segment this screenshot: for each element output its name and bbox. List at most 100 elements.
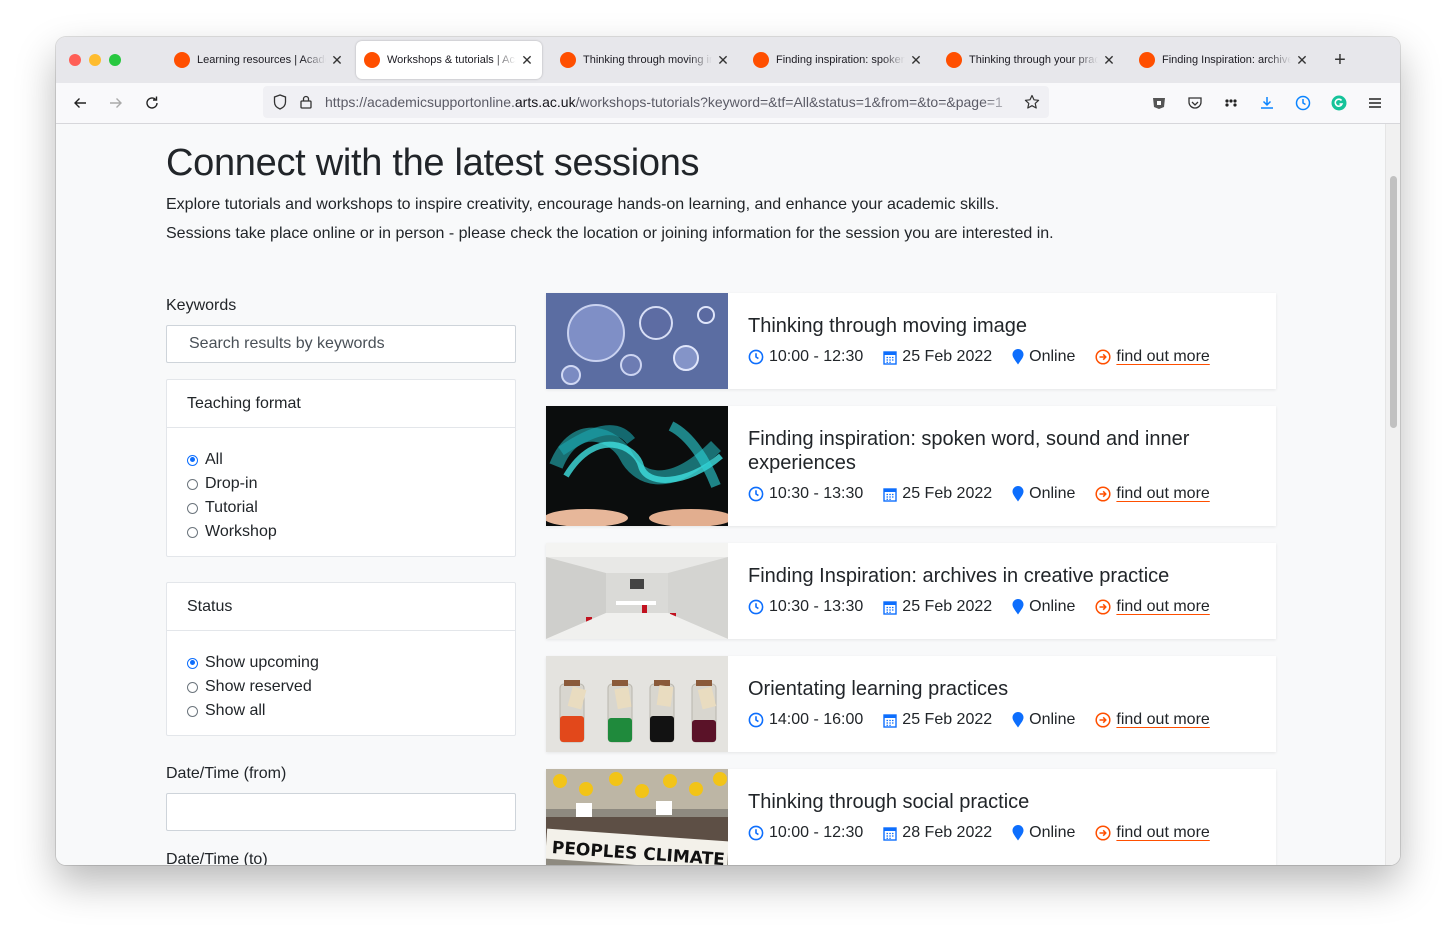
archive-room-image[interactable]	[546, 543, 728, 639]
blue-bubbles-image[interactable]	[546, 293, 728, 389]
format-option-tutorial[interactable]: Tutorial	[187, 496, 495, 520]
radio-icon[interactable]	[187, 681, 198, 693]
teaching-format-filter: Teaching format All Drop-in Tutorial Wor…	[166, 379, 516, 557]
keywords-search-input[interactable]	[166, 325, 516, 363]
location-pin-icon	[1012, 825, 1024, 841]
session-date: 28 Feb 2022	[902, 824, 993, 841]
close-tab-icon[interactable]: ✕	[330, 52, 344, 69]
format-option-all[interactable]: All	[187, 448, 495, 472]
status-option-upcoming[interactable]: Show upcoming	[187, 651, 495, 675]
session-card: Orientating learning practices 14:00 - 1…	[546, 656, 1276, 752]
clock-extension-icon[interactable]	[1291, 91, 1315, 115]
site-favicon-icon	[560, 52, 576, 68]
session-title[interactable]: Finding inspiration: spoken word, sound …	[748, 427, 1248, 475]
session-meta: 10:00 - 12:30 28 Feb 2022 Online find ou…	[748, 824, 1210, 842]
session-meta: 10:30 - 13:30 25 Feb 2022 Online find ou…	[748, 598, 1210, 616]
address-bar[interactable]: https://academicsupportonline.arts.ac.uk…	[263, 86, 1049, 118]
clock-icon	[748, 486, 764, 502]
option-label: Tutorial	[205, 499, 258, 516]
date-from-label: Date/Time (from)	[166, 765, 287, 782]
arrow-circle-right-icon[interactable]	[1095, 599, 1111, 615]
tab-learning-resources[interactable]: Learning resources | Academic Support On…	[166, 41, 352, 79]
session-title[interactable]: Orientating learning practices	[748, 677, 1248, 701]
page-scrollbar[interactable]	[1385, 124, 1400, 865]
tab-thinking-your-practice[interactable]: Thinking through your practice ✕	[938, 41, 1124, 79]
find-out-more-link[interactable]: find out more	[1116, 485, 1209, 503]
session-date: 25 Feb 2022	[902, 485, 993, 502]
hands-turquoise-smoke-image[interactable]	[546, 406, 728, 526]
status-option-all[interactable]: Show all	[187, 699, 495, 723]
labelled-jars-image[interactable]	[546, 656, 728, 752]
arrow-circle-right-icon[interactable]	[1095, 486, 1111, 502]
session-date: 25 Feb 2022	[902, 598, 993, 615]
status-heading: Status	[167, 583, 515, 631]
arrow-circle-right-icon[interactable]	[1095, 349, 1111, 365]
pocket-icon[interactable]	[1183, 91, 1207, 115]
clock-icon	[748, 349, 764, 365]
close-tab-icon[interactable]: ✕	[1102, 52, 1116, 69]
session-location: Online	[1029, 711, 1076, 728]
close-tab-icon[interactable]: ✕	[716, 52, 730, 69]
tab-title: Finding inspiration: spoken word, sound …	[776, 54, 905, 66]
find-out-more-link[interactable]: find out more	[1116, 824, 1209, 842]
tracking-protection-shield-icon[interactable]	[271, 93, 289, 111]
session-title[interactable]: Thinking through social practice	[748, 790, 1248, 814]
tab-finding-inspiration-archives[interactable]: Finding Inspiration: archives in creativ…	[1131, 41, 1317, 79]
lock-icon[interactable]	[297, 93, 315, 111]
climate-march-image[interactable]: PEOPLES CLIMATE MARCH	[546, 769, 728, 865]
arrow-circle-right-icon[interactable]	[1095, 712, 1111, 728]
calendar-icon	[883, 826, 897, 841]
session-card: Thinking through moving image 10:00 - 12…	[546, 293, 1276, 389]
radio-icon[interactable]	[187, 705, 198, 717]
back-arrow-icon[interactable]	[68, 91, 92, 115]
scrollbar-thumb[interactable]	[1390, 176, 1397, 428]
hamburger-menu-icon[interactable]	[1363, 91, 1387, 115]
url-text[interactable]: https://academicsupportonline.arts.ac.uk…	[325, 94, 1017, 110]
location-pin-icon	[1012, 349, 1024, 365]
tab-finding-inspiration-spoken[interactable]: Finding inspiration: spoken word, sound …	[745, 41, 931, 79]
tab-workshops-tutorials[interactable]: Workshops & tutorials | Academic Support…	[356, 41, 542, 79]
status-option-reserved[interactable]: Show reserved	[187, 675, 495, 699]
zoom-window-button[interactable]	[109, 54, 121, 66]
forward-arrow-icon[interactable]	[104, 91, 128, 115]
radio-checked-icon[interactable]	[187, 657, 198, 669]
date-from-input[interactable]	[166, 793, 516, 831]
privacy-extension-icon[interactable]	[1147, 91, 1171, 115]
option-label: Show upcoming	[205, 654, 319, 671]
calendar-icon	[883, 487, 897, 502]
find-out-more-link[interactable]: find out more	[1116, 348, 1209, 366]
session-title[interactable]: Finding Inspiration: archives in creativ…	[748, 564, 1248, 588]
radio-icon[interactable]	[187, 526, 198, 538]
find-out-more-link[interactable]: find out more	[1116, 598, 1209, 616]
session-time: 14:00 - 16:00	[769, 711, 864, 728]
location-pin-icon	[1012, 712, 1024, 728]
minimize-window-button[interactable]	[89, 54, 101, 66]
close-window-button[interactable]	[69, 54, 81, 66]
format-option-workshop[interactable]: Workshop	[187, 520, 495, 544]
url-path: /workshops-tutorials?keyword=&tf=All&sta…	[575, 94, 1003, 110]
location-pin-icon	[1012, 486, 1024, 502]
radio-checked-icon[interactable]	[187, 454, 198, 466]
close-tab-icon[interactable]: ✕	[909, 52, 923, 69]
session-title[interactable]: Thinking through moving image	[748, 314, 1248, 338]
bookmark-star-icon[interactable]	[1023, 93, 1041, 111]
arrow-circle-right-icon[interactable]	[1095, 825, 1111, 841]
session-card: PEOPLES CLIMATE MARCH Thinking through s…	[546, 769, 1276, 865]
date-to-label: Date/Time (to)	[166, 851, 268, 865]
format-option-drop-in[interactable]: Drop-in	[187, 472, 495, 496]
session-date: 25 Feb 2022	[902, 348, 993, 365]
grammarly-icon[interactable]	[1327, 91, 1351, 115]
close-tab-icon[interactable]: ✕	[520, 52, 534, 69]
new-tab-button[interactable]: +	[1330, 49, 1350, 71]
radio-icon[interactable]	[187, 502, 198, 514]
session-meta: 10:30 - 13:30 25 Feb 2022 Online find ou…	[748, 485, 1210, 503]
radio-icon[interactable]	[187, 478, 198, 490]
session-meta: 14:00 - 16:00 25 Feb 2022 Online find ou…	[748, 711, 1210, 729]
extension-dots-icon[interactable]	[1219, 91, 1243, 115]
find-out-more-link[interactable]: find out more	[1116, 711, 1209, 729]
clock-icon	[748, 599, 764, 615]
close-tab-icon[interactable]: ✕	[1295, 52, 1309, 69]
tab-thinking-moving-image[interactable]: Thinking through moving image ✕	[552, 41, 738, 79]
reload-icon[interactable]	[140, 91, 164, 115]
downloads-icon[interactable]	[1255, 91, 1279, 115]
